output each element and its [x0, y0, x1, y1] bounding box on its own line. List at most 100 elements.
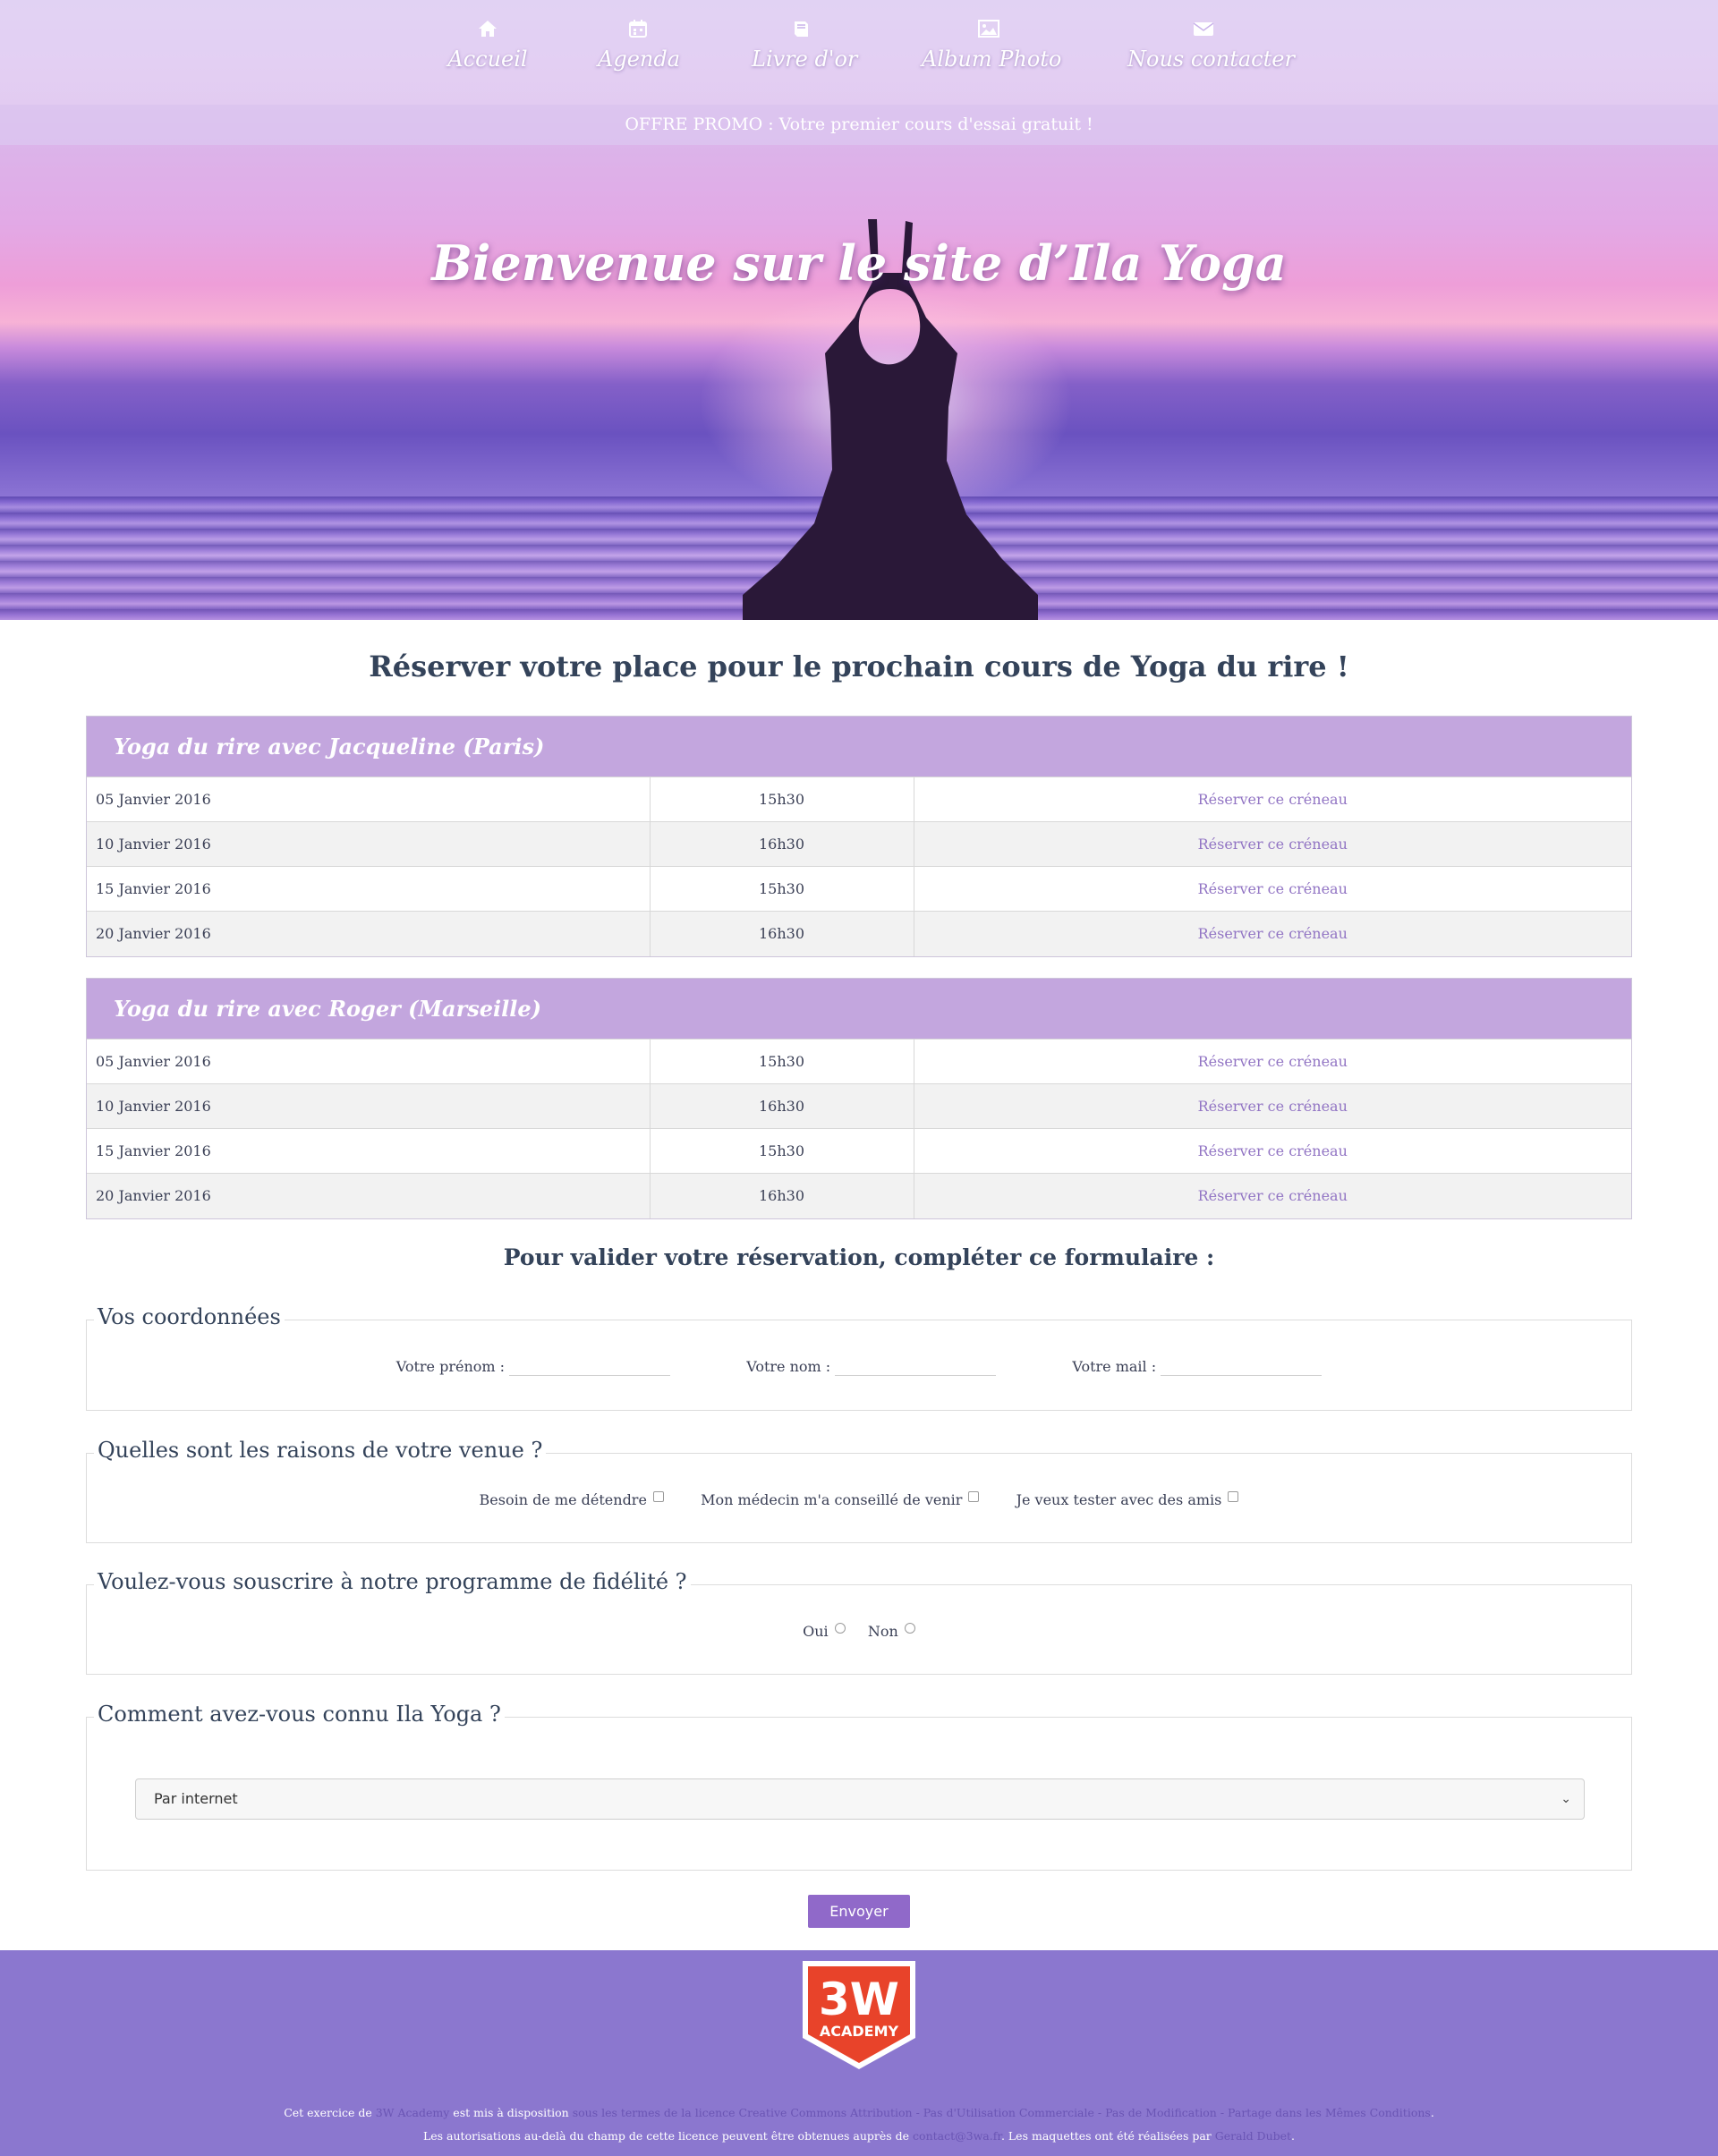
schedule-table: 05 Janvier 2016 15h30 Réserver ce crénea… — [87, 777, 1631, 956]
date-cell: 10 Janvier 2016 — [87, 821, 651, 867]
authorization-text: Les autorisations au-delà du champ de ce… — [422, 2129, 910, 2143]
book-icon — [752, 18, 850, 43]
hero-title: Bienvenue sur le site d’Ila Yoga — [431, 234, 1287, 292]
contact-fieldset: Vos coordonnées Votre prénom : Votre nom… — [86, 1304, 1632, 1411]
authorization-line: Les autorisations au-delà du champ de ce… — [0, 2129, 1718, 2143]
firstname-field: Votre prénom : — [395, 1358, 671, 1376]
nav-item-livre-dor[interactable]: Livre d'or — [752, 18, 858, 72]
email-label: Votre mail : — [1072, 1358, 1157, 1375]
book-slot-link[interactable]: Réserver ce créneau — [914, 1128, 1631, 1174]
home-icon — [447, 18, 528, 43]
contact-email-link[interactable]: contact@3wa.fr — [913, 2129, 1001, 2143]
reason-friends-checkbox[interactable] — [1228, 1491, 1239, 1502]
academy-link[interactable]: 3W Academy — [376, 2106, 450, 2119]
schedule-roger-marseille: Yoga du rire avec Roger (Marseille) 05 J… — [86, 978, 1632, 1219]
loyalty-no-label: Non — [867, 1623, 898, 1640]
reason-label: Je veux tester avec des amis — [1016, 1491, 1222, 1508]
lastname-label: Votre nom : — [746, 1358, 831, 1375]
nav-label-accueil: Accueil — [447, 47, 528, 72]
nav-label-nous-contacter: Nous contacter — [1127, 47, 1295, 72]
schedule-jacqueline-paris: Yoga du rire avec Jacqueline (Paris) 05 … — [86, 716, 1632, 957]
picture-icon — [922, 18, 1056, 43]
reason-option: Besoin de me détendre — [479, 1491, 665, 1508]
email-input[interactable] — [1161, 1360, 1323, 1376]
hero-banner: Accueil Agenda Livre d'or Album Photo No… — [0, 0, 1718, 620]
svg-text:3W: 3W — [819, 1974, 899, 2025]
source-select[interactable]: Par internet ⌄ — [135, 1778, 1585, 1820]
time-cell: 16h30 — [650, 821, 914, 867]
nav-label-agenda: Agenda — [598, 47, 681, 72]
firstname-label: Votre prénom : — [395, 1358, 506, 1375]
source-legend: Comment avez-vous connu Ila Yoga ? — [94, 1702, 505, 1727]
reason-relax-checkbox[interactable] — [653, 1491, 665, 1502]
envelope-icon — [1127, 18, 1280, 43]
nav-item-album-photo[interactable]: Album Photo — [922, 18, 1061, 72]
schedule-table: 05 Janvier 2016 15h30 Réserver ce crénea… — [87, 1039, 1631, 1218]
book-slot-link[interactable]: Réserver ce créneau — [914, 777, 1631, 822]
book-slot-link[interactable]: Réserver ce créneau — [914, 1173, 1631, 1218]
schedule-heading: Yoga du rire avec Roger (Marseille) — [87, 979, 1631, 1039]
license-text: est mis à disposition — [453, 2106, 569, 2119]
email-field: Votre mail : — [1072, 1358, 1323, 1376]
time-cell: 16h30 — [650, 1173, 914, 1218]
submit-button[interactable]: Envoyer — [808, 1895, 910, 1928]
license-line: Cet exercice de 3W Academy est mis à dis… — [0, 2106, 1718, 2119]
table-row: 10 Janvier 2016 16h30 Réserver ce crénea… — [87, 1083, 1631, 1129]
form-title: Pour valider votre réservation, compléte… — [503, 1244, 1215, 1270]
table-row: 15 Janvier 2016 15h30 Réserver ce crénea… — [87, 1128, 1631, 1174]
book-slot-link[interactable]: Réserver ce créneau — [914, 866, 1631, 912]
lastname-input[interactable] — [835, 1360, 997, 1376]
svg-text:ACADEMY: ACADEMY — [820, 2023, 899, 2040]
reasons-fieldset: Quelles sont les raisons de votre venue … — [86, 1438, 1632, 1543]
table-row: 10 Janvier 2016 16h30 Réserver ce crénea… — [87, 821, 1631, 867]
firstname-input[interactable] — [509, 1360, 671, 1376]
license-text: . — [1430, 2106, 1434, 2119]
table-row: 15 Janvier 2016 15h30 Réserver ce crénea… — [87, 866, 1631, 912]
reason-doctor-checkbox[interactable] — [968, 1491, 980, 1502]
nav-label-livre-dor: Livre d'or — [752, 47, 858, 72]
loyalty-yes-radio[interactable] — [834, 1623, 846, 1634]
time-cell: 15h30 — [650, 777, 914, 822]
chevron-down-icon: ⌄ — [1561, 1792, 1571, 1806]
date-cell: 05 Janvier 2016 — [87, 1039, 651, 1084]
book-slot-link[interactable]: Réserver ce créneau — [914, 821, 1631, 867]
authorization-text: . — [1291, 2129, 1296, 2143]
date-cell: 15 Janvier 2016 — [87, 866, 651, 912]
main-nav: Accueil Agenda Livre d'or Album Photo No… — [0, 0, 1718, 105]
loyalty-option: Oui — [803, 1623, 846, 1640]
loyalty-option: Non — [868, 1623, 915, 1640]
nav-item-agenda[interactable]: Agenda — [598, 18, 681, 72]
license-text: Cet exercice de — [284, 2106, 372, 2119]
time-cell: 15h30 — [650, 1128, 914, 1174]
book-slot-link[interactable]: Réserver ce créneau — [914, 911, 1631, 956]
time-cell: 16h30 — [650, 911, 914, 956]
designer-link[interactable]: Gerald Dubet — [1215, 2129, 1291, 2143]
loyalty-options-row: Oui Non — [87, 1623, 1631, 1640]
table-row: 05 Janvier 2016 15h30 Réserver ce crénea… — [87, 1039, 1631, 1084]
3w-academy-logo[interactable]: 3W ACADEMY — [801, 1959, 917, 2071]
source-fieldset: Comment avez-vous connu Ila Yoga ? Par i… — [86, 1702, 1632, 1871]
contact-fields-row: Votre prénom : Votre nom : Votre mail : — [87, 1358, 1631, 1376]
nav-item-nous-contacter[interactable]: Nous contacter — [1127, 18, 1295, 72]
reason-label: Besoin de me détendre — [479, 1491, 647, 1508]
date-cell: 05 Janvier 2016 — [87, 777, 651, 822]
loyalty-yes-label: Oui — [803, 1623, 829, 1640]
reason-option: Je veux tester avec des amis — [1016, 1491, 1239, 1508]
footer: 3W ACADEMY Cet exercice de 3W Academy es… — [0, 1950, 1718, 2156]
date-cell: 10 Janvier 2016 — [87, 1083, 651, 1129]
authorization-text: . Les maquettes ont été réalisées par — [1000, 2129, 1212, 2143]
book-slot-link[interactable]: Réserver ce créneau — [914, 1039, 1631, 1084]
promo-banner: OFFRE PROMO : Votre premier cours d'essa… — [0, 105, 1718, 145]
license-link[interactable]: sous les termes de la licence Creative C… — [573, 2106, 1431, 2119]
book-slot-link[interactable]: Réserver ce créneau — [914, 1083, 1631, 1129]
reason-label: Mon médecin m'a conseillé de venir — [701, 1491, 963, 1508]
loyalty-no-radio[interactable] — [904, 1623, 915, 1634]
lastname-field: Votre nom : — [746, 1358, 997, 1376]
source-selected-value: Par internet — [154, 1790, 238, 1807]
booking-title: Réserver votre place pour le prochain co… — [369, 649, 1349, 683]
loyalty-fieldset: Voulez-vous souscrire à notre programme … — [86, 1569, 1632, 1675]
reasons-options-row: Besoin de me détendre Mon médecin m'a co… — [87, 1491, 1631, 1508]
time-cell: 15h30 — [650, 866, 914, 912]
nav-item-accueil[interactable]: Accueil — [447, 18, 528, 72]
date-cell: 20 Janvier 2016 — [87, 911, 651, 956]
